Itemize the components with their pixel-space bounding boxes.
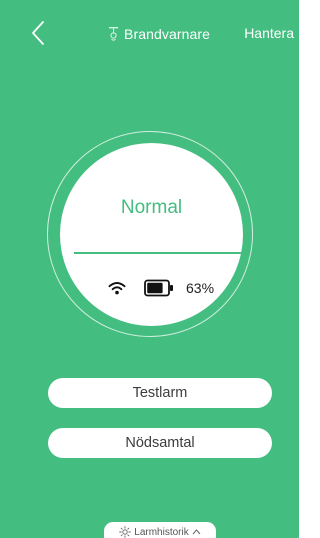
- page-title-group: Brandvarnare: [108, 24, 210, 44]
- device-indicators: 63%: [108, 279, 214, 297]
- smoke-detector-icon: [109, 27, 118, 41]
- top-bar: Brandvarnare Hantera: [0, 0, 299, 66]
- chevron-left-icon: [32, 21, 44, 45]
- emergency-call-button[interactable]: Nödsamtal: [48, 428, 272, 458]
- back-button[interactable]: [28, 20, 50, 46]
- status-panel: Normal 63%: [60, 143, 246, 326]
- smoke-detector-screen: Brandvarnare Hantera Normal 63% Testlarm…: [0, 0, 299, 538]
- test-alarm-button[interactable]: Testlarm: [48, 378, 272, 408]
- sun-icon: [119, 526, 132, 538]
- manage-button[interactable]: Hantera: [244, 25, 294, 41]
- device-status: Normal: [120, 197, 183, 218]
- battery-percentage: 63%: [186, 280, 215, 296]
- page-title: Brandvarnare: [124, 26, 211, 42]
- chevron-up-icon: [192, 529, 201, 535]
- wifi-icon: [108, 282, 126, 295]
- status-divider: [74, 252, 246, 254]
- alarm-history-label: Larmhistorik: [134, 526, 189, 538]
- battery-icon: [144, 279, 173, 297]
- alarm-history-tab[interactable]: Larmhistorik: [104, 522, 216, 538]
